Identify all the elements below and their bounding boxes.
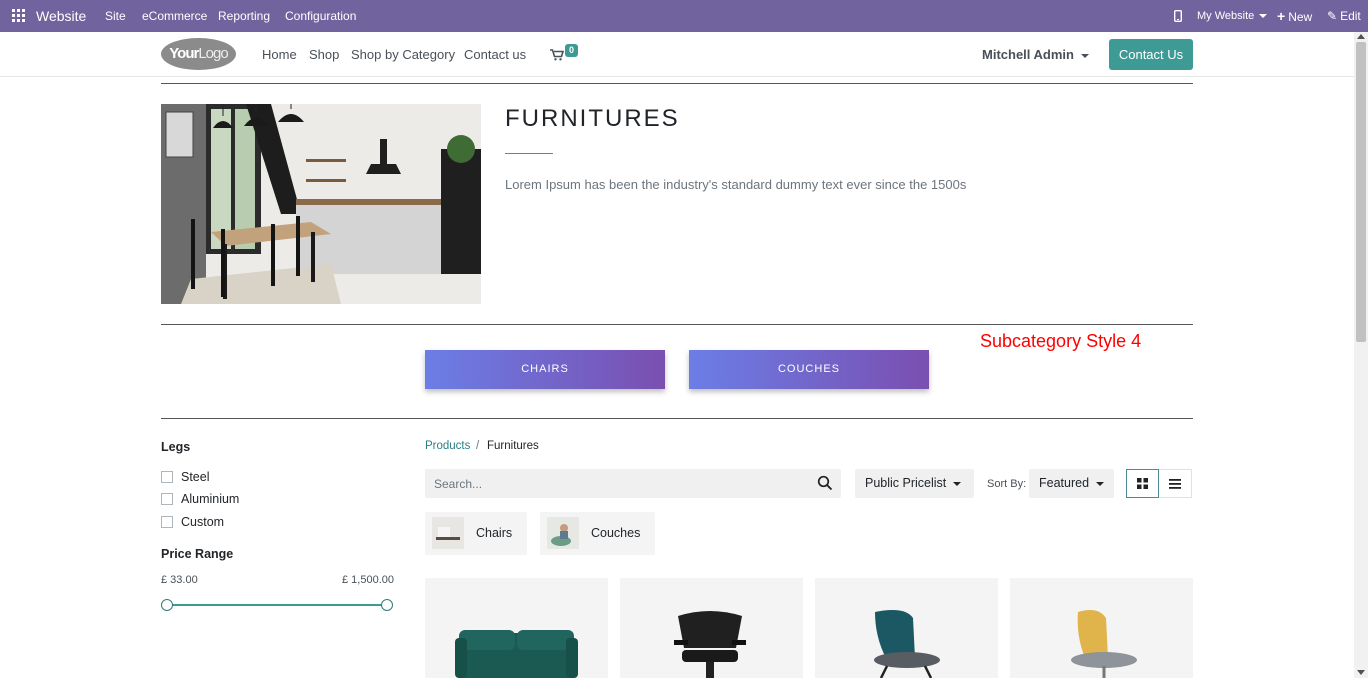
- category-chip-label: Couches: [591, 526, 641, 540]
- mobile-preview-icon[interactable]: [1173, 0, 1184, 32]
- menu-ecommerce[interactable]: eCommerce: [142, 0, 207, 32]
- category-chip-chairs[interactable]: Chairs: [425, 512, 527, 555]
- sort-label: Sort By:: [987, 478, 1027, 490]
- new-button[interactable]: + New: [1277, 0, 1312, 32]
- category-description: Lorem Ipsum has been the industry's stan…: [505, 177, 967, 192]
- new-label: New: [1288, 10, 1313, 24]
- scroll-up-arrow-icon[interactable]: [1357, 34, 1365, 39]
- price-slider-track[interactable]: [167, 604, 387, 606]
- divider: [161, 324, 1193, 325]
- nav-shop-by-category[interactable]: Shop by Category: [351, 47, 455, 62]
- logo-text-light: Logo: [198, 45, 228, 62]
- search-icon[interactable]: [817, 475, 833, 491]
- product-image-teal-chair: [874, 610, 940, 678]
- product-image-sofa: [455, 630, 578, 678]
- chevron-down-icon: [953, 481, 962, 486]
- edit-label: Edit: [1340, 9, 1361, 23]
- chevron-down-icon: [1096, 481, 1105, 486]
- product-search[interactable]: Search...: [425, 469, 841, 498]
- product-card-yellow-chair[interactable]: [1010, 578, 1193, 678]
- scrollbar-thumb[interactable]: [1356, 42, 1366, 342]
- app-name[interactable]: Website: [36, 0, 86, 32]
- divider: [161, 83, 1193, 84]
- category-title: FURNITURES: [505, 105, 680, 132]
- cart-link[interactable]: 0: [550, 44, 582, 66]
- subcategory-couches-button[interactable]: COUCHES: [689, 350, 929, 389]
- product-card-teal-chair[interactable]: [815, 578, 998, 678]
- edit-button[interactable]: ✎ Edit: [1327, 0, 1361, 32]
- list-icon: [1169, 479, 1181, 489]
- product-image-office-chair: [674, 611, 746, 678]
- logo-text-bold: Your: [169, 45, 199, 62]
- grid-icon: [1137, 478, 1148, 489]
- user-name: Mitchell Admin: [982, 47, 1074, 62]
- product-card-sofa[interactable]: [425, 578, 608, 678]
- nav-home[interactable]: Home: [262, 47, 297, 62]
- chevron-down-icon: [1080, 53, 1089, 58]
- filter-label: Aluminium: [181, 492, 240, 506]
- price-max: £ 1,500.00: [342, 574, 394, 586]
- checkbox[interactable]: [161, 516, 173, 528]
- cart-icon: [550, 49, 564, 61]
- checkbox[interactable]: [161, 471, 173, 483]
- breadcrumb-products[interactable]: Products: [425, 440, 470, 452]
- apps-menu-icon[interactable]: [12, 0, 26, 32]
- divider: [161, 418, 1193, 419]
- title-underline: [505, 153, 553, 154]
- nav-contact-us[interactable]: Contact us: [464, 47, 526, 62]
- menu-site[interactable]: Site: [105, 0, 126, 32]
- sort-value: Featured: [1039, 476, 1090, 490]
- price-range-title: Price Range: [161, 547, 234, 561]
- filter-label: Custom: [181, 515, 225, 529]
- grid-view-button[interactable]: [1126, 469, 1159, 498]
- site-logo[interactable]: YourLogo: [161, 38, 236, 70]
- couches-thumbnail: [547, 517, 579, 549]
- cart-count-badge: 0: [565, 44, 578, 57]
- backend-topbar: Website Site eCommerce Reporting Configu…: [0, 0, 1368, 32]
- search-input[interactable]: Search...: [434, 477, 482, 491]
- breadcrumb-current: Furnitures: [487, 440, 539, 452]
- pricelist-dropdown[interactable]: Public Pricelist: [855, 469, 974, 498]
- checkbox[interactable]: [161, 493, 173, 505]
- website-navbar: YourLogo Home Shop Shop by Category Cont…: [0, 32, 1354, 77]
- page-scrollbar[interactable]: [1354, 32, 1368, 678]
- price-slider-max-handle[interactable]: [381, 599, 393, 611]
- user-menu[interactable]: Mitchell Admin: [982, 47, 1089, 62]
- pricelist-label: Public Pricelist: [865, 476, 947, 490]
- breadcrumb-separator: /: [476, 440, 480, 452]
- scroll-down-arrow-icon[interactable]: [1357, 670, 1365, 675]
- list-view-button[interactable]: [1159, 469, 1192, 498]
- product-image-yellow-chair: [1071, 610, 1137, 678]
- category-chip-label: Chairs: [476, 526, 513, 540]
- menu-configuration[interactable]: Configuration: [285, 0, 356, 32]
- contact-us-button[interactable]: Contact Us: [1109, 39, 1193, 70]
- menu-reporting[interactable]: Reporting: [218, 0, 270, 32]
- chairs-thumbnail: [432, 517, 464, 549]
- subcategory-chairs-button[interactable]: CHAIRS: [425, 350, 665, 389]
- chevron-down-icon: [1259, 14, 1268, 19]
- my-website-label: My Website: [1197, 10, 1255, 22]
- price-min: £ 33.00: [161, 574, 198, 586]
- nav-shop[interactable]: Shop: [309, 47, 339, 62]
- my-website-dropdown[interactable]: My Website: [1197, 0, 1268, 32]
- plus-icon: +: [1277, 8, 1286, 24]
- filter-label: Steel: [181, 470, 210, 484]
- product-card-office-chair[interactable]: [620, 578, 803, 678]
- pencil-icon: ✎: [1327, 9, 1338, 23]
- sort-dropdown[interactable]: Featured: [1029, 469, 1114, 498]
- legs-filter-title: Legs: [161, 440, 191, 454]
- subcategory-style-note: Subcategory Style 4: [980, 331, 1142, 351]
- category-hero-image: [161, 104, 481, 304]
- category-chip-couches[interactable]: Couches: [540, 512, 655, 555]
- price-slider-min-handle[interactable]: [161, 599, 173, 611]
